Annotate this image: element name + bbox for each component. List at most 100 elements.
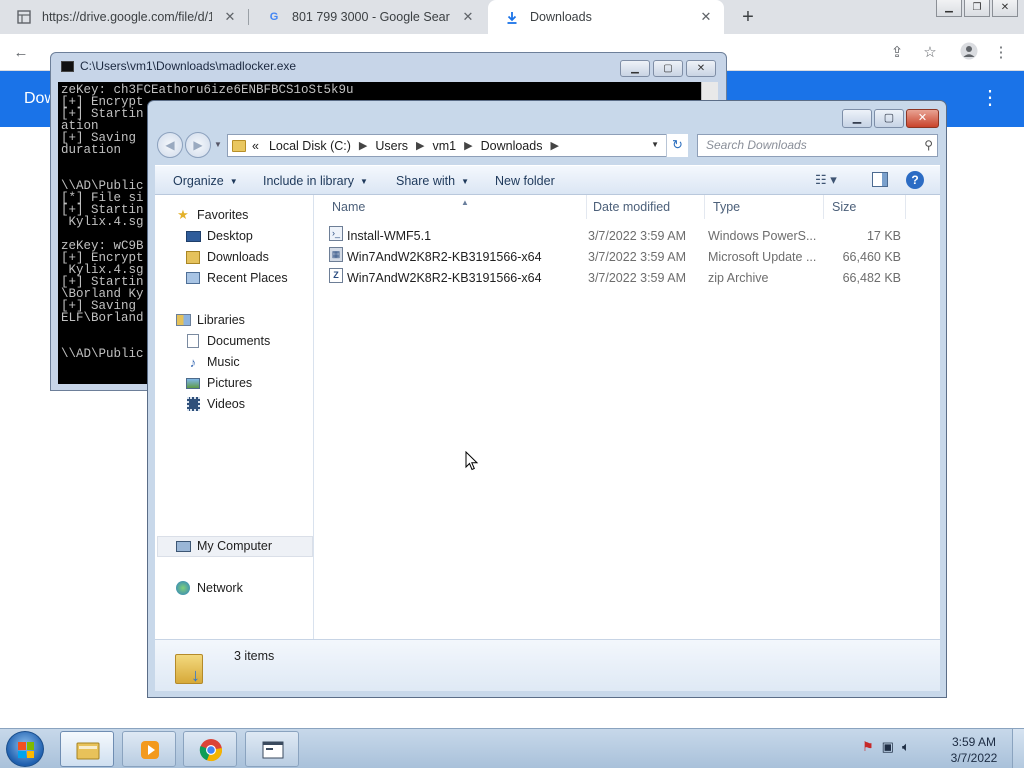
organize-button[interactable]: Organize ▼ — [173, 166, 238, 196]
nav-item-my-computer[interactable]: My Computer — [175, 536, 272, 556]
close-tab-icon[interactable]: ✕ — [222, 9, 238, 25]
back-icon[interactable]: ◀ — [157, 132, 183, 158]
search-placeholder: Search Downloads — [706, 138, 807, 152]
volume-icon[interactable]: 🔈︎ — [902, 739, 910, 755]
download-icon — [504, 9, 520, 25]
network-status-icon[interactable]: ▣ — [882, 739, 894, 755]
address-bar[interactable]: « Local Disk (C:) ▶ Users ▶ vm1 ▶ Downlo… — [227, 134, 688, 157]
clock-time: 3:59 AM — [951, 735, 997, 749]
close-icon[interactable]: ✕ — [906, 109, 939, 128]
browser-tab-strip: https://drive.google.com/file/d/1 ✕ G 80… — [0, 0, 1024, 34]
column-header-type[interactable]: Type — [705, 195, 824, 219]
column-header-size[interactable]: Size — [824, 195, 906, 219]
taskbar-console-button[interactable] — [245, 731, 299, 767]
command-bar: Organize ▼ Include in library ▼ Share with… — [155, 165, 940, 195]
column-header-date-modified[interactable]: Date modified — [585, 195, 705, 219]
minimize-icon[interactable]: ▁ — [620, 60, 650, 77]
share-icon[interactable]: ⇪ — [886, 42, 908, 64]
network-globe-icon — [175, 581, 191, 595]
close-icon[interactable]: ✕ — [686, 60, 716, 77]
file-list: Name ▲ Date modified Type Size ›_ Instal… — [314, 195, 940, 639]
nav-item-documents[interactable]: Documents — [185, 331, 270, 351]
preview-pane-icon[interactable] — [872, 172, 888, 187]
nav-item-downloads[interactable]: Downloads — [185, 247, 269, 267]
nav-item-favorites[interactable]: ★ Favorites — [175, 205, 248, 225]
address-overflow[interactable]: « — [252, 139, 259, 153]
taskbar-chrome-button[interactable] — [183, 731, 237, 767]
more-menu-icon[interactable]: ⋮ — [980, 85, 1000, 110]
breadcrumb-users[interactable]: Users — [375, 139, 408, 153]
nav-item-pictures[interactable]: Pictures — [185, 373, 252, 393]
new-folder-button[interactable]: New folder — [495, 166, 555, 196]
action-center-flag-icon[interactable]: ⚑ — [862, 739, 874, 755]
taskbar-explorer-button[interactable] — [60, 731, 114, 767]
close-tab-icon[interactable]: ✕ — [460, 9, 476, 25]
show-desktop-button[interactable] — [1012, 729, 1024, 768]
nav-item-music[interactable]: ♪ Music — [185, 352, 240, 372]
bookmark-star-icon[interactable]: ☆ — [919, 42, 941, 64]
file-name: Install-WMF5.1 — [347, 229, 432, 243]
search-icon[interactable]: ⚲ — [924, 135, 933, 156]
minimize-icon[interactable]: ▁ — [842, 109, 872, 128]
share-with-button[interactable]: Share with ▼ — [396, 166, 469, 196]
documents-icon — [185, 334, 201, 348]
recent-pages-dropdown-icon[interactable]: ▼ — [213, 140, 223, 150]
forward-icon[interactable]: ▶ — [185, 132, 211, 158]
nav-label: Desktop — [207, 229, 253, 243]
nav-item-videos[interactable]: Videos — [185, 394, 245, 414]
new-tab-button[interactable]: + — [736, 4, 760, 30]
close-icon[interactable]: ✕ — [992, 0, 1018, 17]
clock-date: 3/7/2022 — [950, 751, 998, 765]
restore-icon[interactable]: ❐ — [964, 0, 990, 17]
help-icon[interactable]: ? — [906, 171, 924, 189]
browser-tab-downloads[interactable]: Downloads ✕ — [488, 0, 724, 34]
maximize-icon[interactable]: ▢ — [874, 109, 904, 128]
nav-item-desktop[interactable]: Desktop — [185, 226, 253, 246]
item-count: 3 items — [234, 649, 275, 663]
change-view-icon[interactable]: ☷ ▾ — [815, 172, 837, 188]
search-input[interactable]: Search Downloads ⚲ — [697, 134, 938, 157]
back-icon[interactable]: ← — [10, 42, 32, 64]
address-history-dropdown-icon[interactable]: ▼ — [651, 140, 659, 149]
music-note-icon: ♪ — [189, 354, 197, 370]
chevron-right-icon[interactable]: ▶ — [550, 139, 558, 152]
file-row[interactable]: Z Win7AndW2K8R2-KB3191566-x64 3/7/2022 3… — [314, 268, 940, 289]
system-clock[interactable]: 3:59 AM 3/7/2022 — [944, 734, 1004, 766]
nav-item-network[interactable]: Network — [175, 578, 243, 598]
breadcrumb-local-disk[interactable]: Local Disk (C:) — [269, 139, 351, 153]
file-row[interactable]: ▦ Win7AndW2K8R2-KB3191566-x64 3/7/2022 3… — [314, 247, 940, 268]
browser-menu-icon[interactable]: ⋮ — [990, 42, 1012, 64]
console-title: C:\Users\vm1\Downloads\madlocker.exe — [80, 59, 297, 73]
file-date: 3/7/2022 3:59 AM — [588, 229, 686, 243]
console-app-icon — [61, 60, 74, 72]
nav-item-recent-places[interactable]: Recent Places — [185, 268, 288, 288]
taskbar: ⚑ ▣ 🔈︎ 3:59 AM 3/7/2022 — [0, 728, 1024, 768]
sort-ascending-icon: ▲ — [461, 198, 469, 207]
tab-separator — [248, 9, 249, 25]
start-button[interactable] — [6, 731, 44, 767]
drive-page-icon — [16, 9, 32, 25]
file-row[interactable]: ›_ Install-WMF5.1 3/7/2022 3:59 AM Windo… — [314, 226, 940, 247]
browser-tab-drive[interactable]: https://drive.google.com/file/d/1 ✕ — [0, 0, 248, 34]
minimize-icon[interactable]: ▁ — [936, 0, 962, 17]
include-in-library-label: Include in library — [263, 173, 355, 188]
browser-tab-google-search[interactable]: G 801 799 3000 - Google Search ✕ — [250, 0, 486, 34]
media-player-icon — [138, 738, 162, 762]
film-strip-icon — [185, 397, 201, 411]
close-tab-icon[interactable]: ✕ — [698, 9, 714, 25]
include-in-library-button[interactable]: Include in library ▼ — [263, 166, 368, 196]
refresh-icon[interactable]: ↻ — [666, 134, 688, 157]
computer-icon — [175, 539, 191, 553]
breadcrumb-downloads[interactable]: Downloads — [481, 139, 543, 153]
nav-item-libraries[interactable]: Libraries — [175, 310, 245, 330]
breadcrumb-vm1[interactable]: vm1 — [433, 139, 457, 153]
chevron-right-icon[interactable]: ▶ — [464, 139, 472, 152]
nav-label: My Computer — [197, 539, 273, 553]
maximize-icon[interactable]: ▢ — [653, 60, 683, 77]
system-tray: ⚑ ▣ 🔈︎ — [862, 739, 910, 755]
column-header-name[interactable]: Name ▲ — [324, 195, 587, 219]
chevron-right-icon[interactable]: ▶ — [359, 139, 367, 152]
chevron-right-icon[interactable]: ▶ — [416, 139, 424, 152]
taskbar-media-player-button[interactable] — [122, 731, 176, 767]
profile-avatar-icon[interactable] — [958, 42, 980, 64]
